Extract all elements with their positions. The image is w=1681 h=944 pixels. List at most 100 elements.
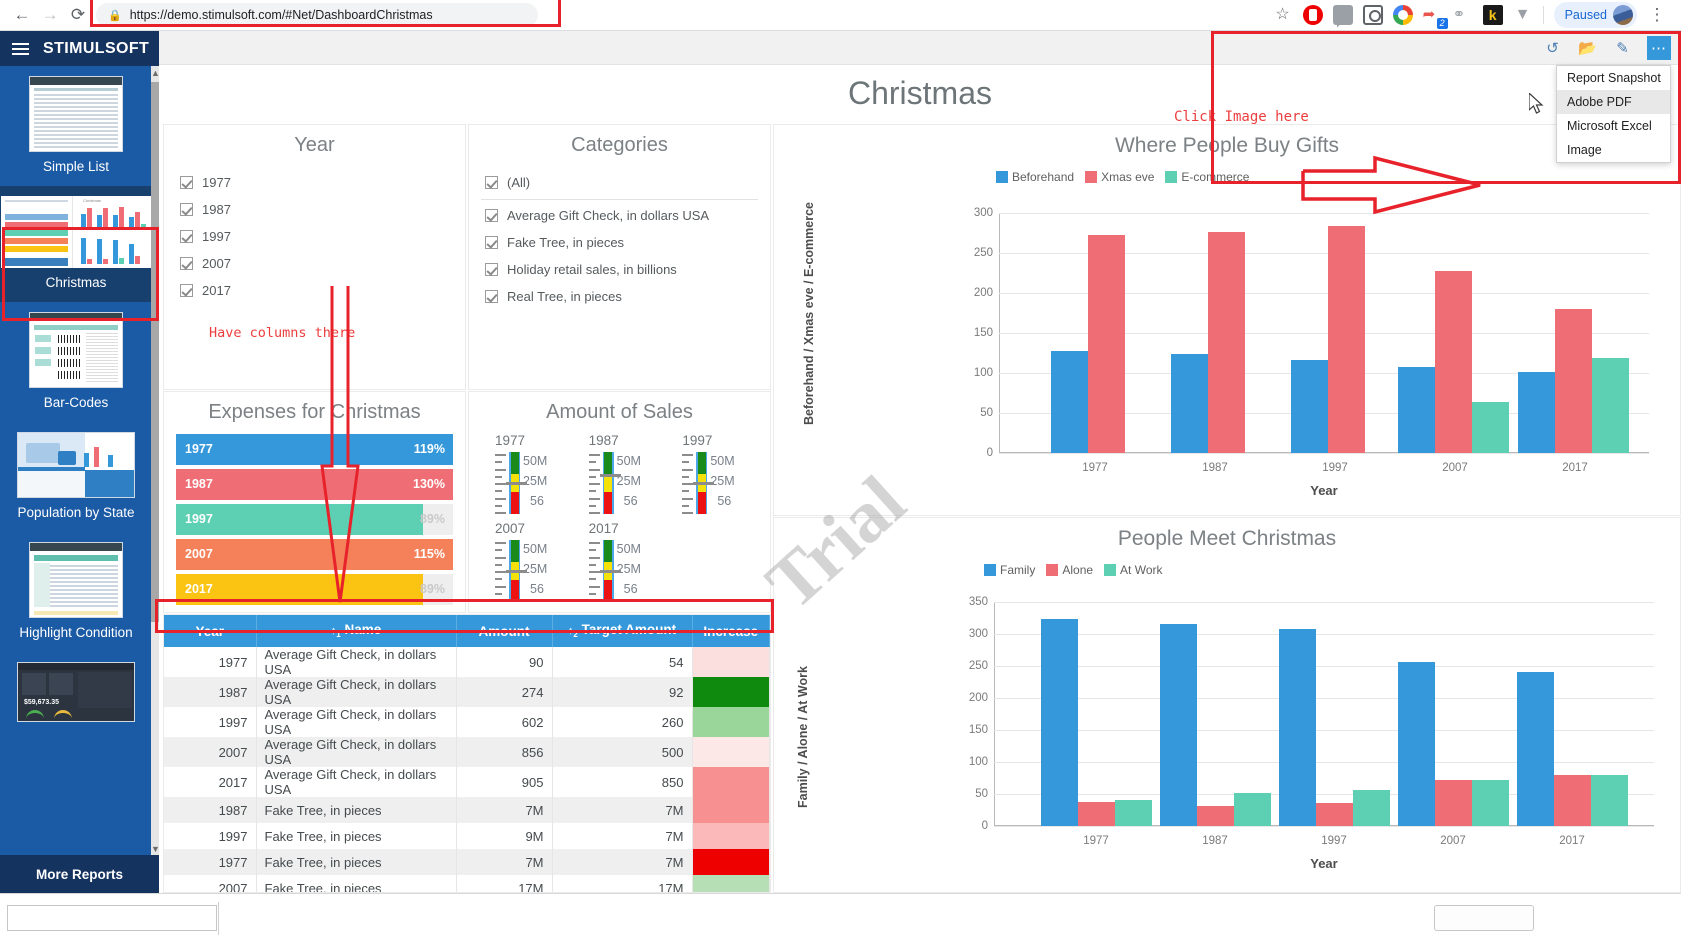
table-row[interactable]: 2007 Fake Tree, in pieces 17M 17M (164, 875, 770, 892)
bar-at-work-1997[interactable] (1353, 790, 1390, 826)
menu-item-adobe-pdf[interactable]: Adobe PDF (1557, 90, 1670, 114)
table-row[interactable]: 1997 Fake Tree, in pieces 9M 7M (164, 823, 770, 849)
checkbox-icon[interactable] (485, 263, 498, 276)
legend-item-e-commerce[interactable]: E-commerce (1165, 170, 1249, 184)
gauge-2007[interactable]: 2007 50M 25M 56 (479, 518, 573, 606)
checkbox-row-average-gift-check[interactable]: Average Gift Check, in dollars USA (469, 202, 770, 229)
checkbox-icon[interactable] (485, 209, 498, 222)
bar-alone-2007[interactable] (1435, 780, 1472, 826)
sidebar-item-population-by-state[interactable]: Population by State (0, 422, 152, 532)
checkbox-icon[interactable] (180, 176, 193, 189)
legend-item-alone[interactable]: Alone (1046, 563, 1093, 577)
categories-checkbox-list[interactable]: (All) Average Gift Check, in dollars USA… (469, 169, 770, 310)
bar-beforehand-2017[interactable] (1518, 372, 1555, 453)
reload-icon[interactable]: ⟳ (64, 1, 92, 29)
table-row[interactable]: 1977 Fake Tree, in pieces 7M 7M (164, 849, 770, 875)
checkbox-icon[interactable] (180, 203, 193, 216)
progress-bar-1977[interactable]: 1977 119% (176, 434, 453, 465)
sidebar-item-bar-codes[interactable]: Bar-Codes (0, 302, 152, 422)
bar-family-1987[interactable] (1160, 624, 1197, 826)
bar-at-work-1987[interactable] (1234, 793, 1271, 826)
bar-beforehand-1987[interactable] (1171, 354, 1208, 453)
bar-family-1977[interactable] (1041, 619, 1078, 826)
vimeo-extension-icon[interactable]: ▼ (1513, 5, 1533, 25)
progress-bar-2007[interactable]: 2007 115% (176, 539, 453, 570)
pencil-edit-icon[interactable]: ✎ (1612, 37, 1633, 58)
gauge-1997[interactable]: 1997 50M 25M 56 (666, 430, 760, 518)
checkbox-row-all[interactable]: (All) (469, 169, 770, 196)
sidebar-item-simple-list[interactable]: Simple List (0, 66, 152, 186)
table-row[interactable]: 1987 Average Gift Check, in dollars USA … (164, 677, 770, 707)
sidebar-scrollbar[interactable]: ▲ ▼ (151, 66, 160, 856)
legend-item-beforehand[interactable]: Beforehand (996, 170, 1074, 184)
bar-e-commerce-2007[interactable] (1472, 402, 1509, 453)
gauge-2017[interactable]: 2017 50M 25M 56 (573, 518, 667, 606)
checkbox-row-1987[interactable]: 1987 (164, 196, 465, 223)
bar-family-2017[interactable] (1517, 672, 1554, 826)
bar-at-work-1977[interactable] (1115, 800, 1152, 826)
chat-extension-icon[interactable] (1332, 5, 1353, 25)
refresh-icon[interactable]: ↺ (1542, 37, 1563, 58)
sidebar-item-christmas[interactable]: Christmas Christmas (0, 186, 152, 302)
bar-at-work-2007[interactable] (1472, 780, 1509, 826)
checkbox-icon[interactable] (485, 176, 498, 189)
bar-xmas-eve-1987[interactable] (1208, 232, 1245, 453)
checkbox-row-real-tree[interactable]: Real Tree, in pieces (469, 283, 770, 310)
export-dropdown[interactable]: Report Snapshot Adobe PDF Microsoft Exce… (1556, 65, 1671, 163)
checkbox-icon[interactable] (485, 236, 498, 249)
checkbox-row-1977[interactable]: 1977 (164, 169, 465, 196)
checkbox-icon[interactable] (180, 230, 193, 243)
status-button[interactable] (1434, 905, 1534, 931)
open-folder-icon[interactable]: 📂 (1577, 37, 1598, 58)
scroll-down-arrow-icon[interactable]: ▼ (151, 842, 160, 856)
sidebar-item-highlight-condition[interactable]: Highlight Condition (0, 532, 152, 652)
gauge-1977[interactable]: 1977 50M 25M 56 (479, 430, 573, 518)
table-row[interactable]: 2007 Average Gift Check, in dollars USA … (164, 737, 770, 767)
table-row[interactable]: 2017 Average Gift Check, in dollars USA … (164, 767, 770, 797)
bar-alone-1987[interactable] (1197, 806, 1234, 826)
bar-family-2007[interactable] (1398, 662, 1435, 826)
scrollbar-thumb[interactable] (151, 82, 159, 622)
progress-bar-2017[interactable]: 2017 89% (176, 574, 453, 605)
year-checkbox-list[interactable]: 1977 1987 1997 2007 2017 (164, 169, 465, 304)
adblock-icon[interactable] (1302, 5, 1323, 25)
checkbox-row-2017[interactable]: 2017 (164, 277, 465, 304)
checkbox-row-1997[interactable]: 1997 (164, 223, 465, 250)
address-bar-wrapper[interactable]: 🔒 https://demo.stimulsoft.com/#Net/Dashb… (90, 0, 1267, 27)
bookmark-star-icon[interactable]: ☆ (1273, 5, 1293, 25)
bar-family-1997[interactable] (1279, 629, 1316, 826)
bar-alone-1977[interactable] (1078, 802, 1115, 826)
legend-item-xmas-eve[interactable]: Xmas eve (1085, 170, 1154, 184)
sidebar-item-products[interactable]: $59,673.35 (0, 652, 152, 741)
menu-item-microsoft-excel[interactable]: Microsoft Excel (1557, 114, 1670, 138)
data-table[interactable]: Year ↑1 Name Amount ↑2 Target Amount Inc… (164, 615, 770, 892)
bar-e-commerce-2017[interactable] (1592, 358, 1629, 453)
gauge-1987[interactable]: 1987 50M 25M 56 (573, 430, 667, 518)
hamburger-icon[interactable] (12, 42, 29, 55)
progress-bar-1987[interactable]: 1987 130% (176, 469, 453, 500)
color-wheel-extension-icon[interactable] (1392, 5, 1413, 25)
bar-xmas-eve-2017[interactable] (1555, 309, 1592, 453)
export-menu-icon[interactable]: ⋯ (1647, 35, 1671, 60)
report-list[interactable]: Simple List Christmas Christmas Bar-Code… (0, 66, 152, 856)
kaspersky-extension-icon[interactable]: k (1482, 5, 1503, 25)
table-row[interactable]: 1997 Average Gift Check, in dollars USA … (164, 707, 770, 737)
address-bar[interactable]: 🔒 https://demo.stimulsoft.com/#Net/Dashb… (96, 3, 538, 27)
checkbox-row-holiday-retail-sales[interactable]: Holiday retail sales, in billions (469, 256, 770, 283)
checkbox-icon[interactable] (180, 284, 193, 297)
bar-alone-1997[interactable] (1316, 803, 1353, 826)
legend-item-at-work[interactable]: At Work (1104, 563, 1163, 577)
kebab-menu-icon[interactable]: ⋮ (1647, 5, 1667, 25)
menu-item-image[interactable]: Image (1557, 138, 1670, 162)
menu-item-report-snapshot[interactable]: Report Snapshot (1557, 66, 1670, 90)
share-extension-icon[interactable]: ➦ 2 (1423, 5, 1448, 29)
column-header-year[interactable]: Year (164, 615, 257, 647)
link-extension-icon[interactable]: ⚭ (1453, 5, 1473, 25)
profile-chip[interactable]: Paused (1553, 2, 1637, 28)
bar-alone-2017[interactable] (1554, 775, 1591, 826)
bar-xmas-eve-1977[interactable] (1088, 235, 1125, 453)
column-header-increase[interactable]: Increase (692, 615, 770, 647)
legend-item-family[interactable]: Family (984, 563, 1035, 577)
more-reports-button[interactable]: More Reports (0, 855, 159, 893)
bar-xmas-eve-2007[interactable] (1435, 271, 1472, 453)
